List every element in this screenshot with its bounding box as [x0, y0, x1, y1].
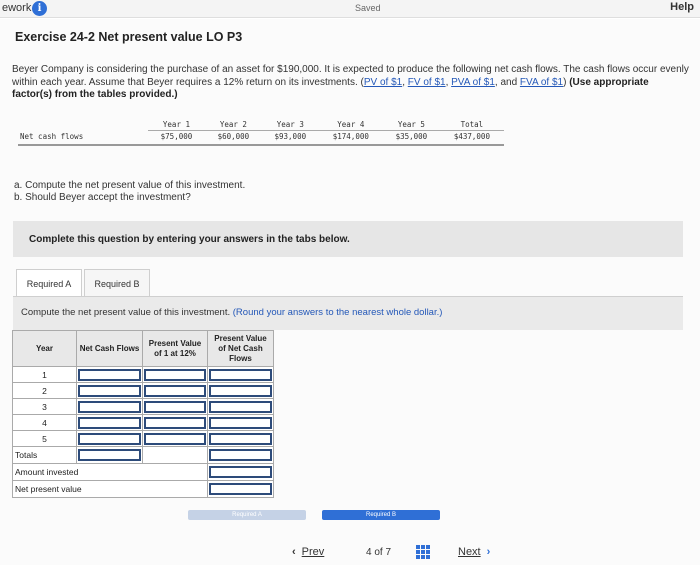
- net-cash-flow-input-year-3[interactable]: [78, 400, 141, 413]
- table-row: 1: [12, 366, 274, 383]
- npv-header-net-cash-flows: Net Cash Flows: [76, 330, 143, 367]
- totals-pv-input[interactable]: [209, 449, 272, 461]
- page-of: of: [374, 547, 383, 558]
- totals-row: Totals: [12, 446, 274, 464]
- npv-year-5: 5: [12, 430, 77, 447]
- npv-label: Net present value: [12, 480, 208, 498]
- amount-invested-label: Amount invested: [12, 463, 208, 481]
- net-cash-flow-input-year-5[interactable]: [78, 432, 141, 445]
- tab-required-a[interactable]: Required A: [16, 269, 82, 297]
- cf-value-year-5: $35,000: [382, 130, 440, 146]
- prev-label: Prev: [301, 546, 325, 558]
- exercise-title: Exercise 24-2 Net present value LO P3: [15, 30, 243, 44]
- totals-net-cash-flows-input[interactable]: [78, 449, 141, 461]
- question-b: b. Should Beyer accept the investment?: [14, 192, 191, 203]
- next-label: Next: [458, 546, 481, 558]
- fva-of-1-link[interactable]: FVA of $1: [520, 77, 563, 88]
- cf-header-year-4: Year 4: [318, 116, 383, 131]
- pv-of-1-link[interactable]: PV of $1: [364, 77, 402, 88]
- cf-header-year-1: Year 1: [148, 116, 205, 131]
- prev-page-button[interactable]: ‹ Prev: [292, 546, 324, 558]
- pv-factor-input-year-1[interactable]: [144, 368, 206, 381]
- cf-value-year-4: $174,000: [318, 130, 383, 146]
- table-row: 2: [12, 382, 274, 399]
- table-row: 4: [12, 414, 274, 431]
- npv-header-pv-factor: Present Value of 1 at 12%: [142, 330, 208, 367]
- chevron-left-icon: ‹: [292, 546, 296, 558]
- cf-header-year-5: Year 5: [382, 116, 440, 131]
- pv-net-cash-flow-input-year-5[interactable]: [209, 432, 272, 445]
- cf-header-year-2: Year 2: [204, 116, 262, 131]
- npv-year-1: 1: [12, 366, 77, 383]
- net-cash-flow-input-year-1[interactable]: [78, 368, 141, 381]
- saved-status: Saved: [355, 3, 381, 13]
- pv-net-cash-flow-input-year-4[interactable]: [209, 416, 272, 429]
- page-current: 4: [366, 547, 372, 558]
- npv-header-year: Year: [12, 330, 77, 367]
- pv-factor-input-year-3[interactable]: [144, 400, 206, 413]
- table-row: 3: [12, 398, 274, 415]
- prev-required-label: Required A: [232, 512, 262, 518]
- question-a: a. Compute the net present value of this…: [14, 180, 246, 191]
- page-indicator: 4 of 7: [366, 547, 391, 558]
- help-link[interactable]: Help: [670, 1, 694, 13]
- npv-header-pv-net-cash-flows: Present Value of Net Cash Flows: [207, 330, 274, 367]
- pv-factor-input-year-2[interactable]: [144, 384, 206, 397]
- page-total: 7: [385, 547, 392, 558]
- npv-input[interactable]: [209, 483, 272, 495]
- top-bar: ework i Saved Help: [0, 0, 700, 18]
- totals-label: Totals: [12, 446, 77, 464]
- pv-net-cash-flow-input-year-3[interactable]: [209, 400, 272, 413]
- npv-year-3: 3: [12, 398, 77, 415]
- cf-value-year-1: $75,000: [148, 130, 205, 146]
- npv-year-4: 4: [12, 414, 77, 431]
- chevron-right-icon: ›: [486, 546, 491, 558]
- panel-prompt: Compute the net present value of this in…: [21, 307, 231, 318]
- pv-net-cash-flow-input-year-2[interactable]: [209, 384, 272, 397]
- tab-panel-header: Compute the net present value of this in…: [13, 296, 683, 330]
- table-row: 5: [12, 430, 274, 447]
- problem-statement: Beyer Company is considering the purchas…: [12, 64, 689, 100]
- tab-required-b[interactable]: Required B: [84, 269, 150, 297]
- amount-invested-input[interactable]: [209, 466, 272, 478]
- net-cash-flow-input-year-4[interactable]: [78, 416, 141, 429]
- cf-value-year-3: $93,000: [261, 130, 319, 146]
- app-title: ework: [2, 2, 32, 14]
- npv-year-2: 2: [12, 382, 77, 399]
- cf-value-year-2: $60,000: [204, 130, 262, 146]
- npv-row: Net present value: [12, 480, 274, 498]
- pv-factor-input-year-5[interactable]: [144, 432, 206, 445]
- cf-row-label: Net cash flows: [18, 130, 148, 146]
- panel-hint: (Round your answers to the nearest whole…: [232, 307, 443, 318]
- next-required-label: Required B: [365, 512, 397, 518]
- complete-notice: Complete this question by entering your …: [29, 234, 350, 245]
- complete-notice-box: Complete this question by entering your …: [13, 221, 683, 257]
- prev-required-button[interactable]: Required A: [188, 510, 306, 520]
- panel-instruction: Compute the net present value of this in…: [21, 307, 442, 318]
- pv-net-cash-flow-input-year-1[interactable]: [209, 368, 272, 381]
- questions: a. Compute the net present value of this…: [14, 180, 245, 204]
- cf-header-year-3: Year 3: [261, 116, 319, 131]
- net-cash-flow-input-year-2[interactable]: [78, 384, 141, 397]
- cf-header-total: Total: [439, 116, 504, 131]
- grid-icon[interactable]: [416, 545, 430, 559]
- fv-of-1-link[interactable]: FV of $1: [408, 77, 446, 88]
- next-page-button[interactable]: Next ›: [458, 546, 490, 558]
- next-required-button[interactable]: Required B: [322, 510, 440, 520]
- amount-invested-row: Amount invested: [12, 463, 274, 481]
- cf-value-total: $437,000: [439, 130, 504, 146]
- pv-factor-input-year-4[interactable]: [144, 416, 206, 429]
- cash-flow-table: Year 1 Year 2 Year 3 Year 4 Year 5 Total…: [18, 116, 504, 146]
- info-icon[interactable]: i: [32, 1, 47, 16]
- npv-table: Year Net Cash Flows Present Value of 1 a…: [12, 330, 274, 498]
- pva-of-1-link[interactable]: PVA of $1: [451, 77, 495, 88]
